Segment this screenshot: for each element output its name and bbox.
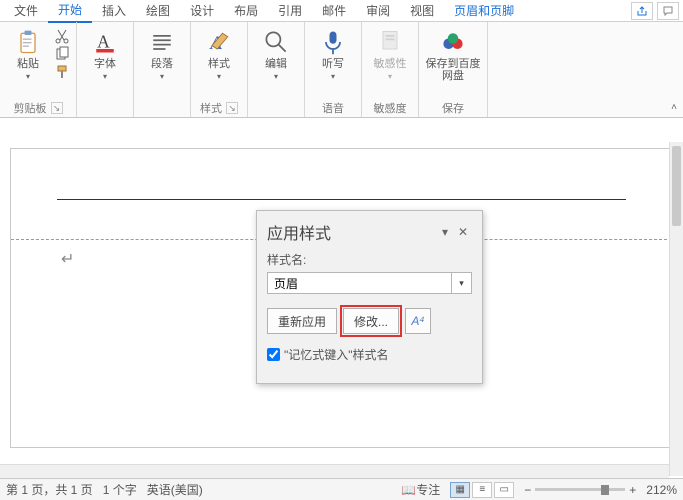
focus-mode-button[interactable]: 📖专注 [401, 481, 440, 498]
clipboard-launcher[interactable]: ↘ [51, 102, 63, 114]
word-count[interactable]: 1 个字 [103, 481, 137, 498]
tab-draw[interactable]: 绘图 [136, 0, 180, 22]
modify-button[interactable]: 修改... [343, 308, 399, 334]
share-button[interactable] [631, 2, 653, 20]
group-clipboard: 粘贴 ▾ 剪贴板 ↘ [0, 22, 77, 117]
tab-file[interactable]: 文件 [4, 0, 48, 22]
group-font: A 字体 ▾ [77, 22, 134, 117]
pane-title: 应用样式 [267, 220, 436, 244]
group-paragraph: 段落 ▾ [134, 22, 191, 117]
clipboard-group-label: 剪贴板 [14, 100, 47, 116]
chevron-down-icon: ▾ [388, 72, 392, 81]
tab-home[interactable]: 开始 [48, 0, 92, 23]
tab-insert[interactable]: 插入 [92, 0, 136, 22]
comments-button[interactable] [657, 2, 679, 20]
view-buttons: ▦ ≡ ▭ [450, 482, 514, 498]
tab-layout[interactable]: 布局 [224, 0, 268, 22]
voice-group-label: 语音 [322, 100, 344, 116]
chevron-down-icon: ▾ [160, 72, 164, 81]
sensitivity-icon [376, 28, 404, 56]
dictate-button[interactable]: 听写 ▾ [311, 26, 355, 81]
horizontal-scrollbar[interactable] [0, 464, 669, 478]
chevron-down-icon: ▾ [26, 72, 30, 81]
tab-design[interactable]: 设计 [180, 0, 224, 22]
tab-review[interactable]: 审阅 [356, 0, 400, 22]
styles-group-label: 样式 [200, 100, 222, 116]
autocomplete-checkbox[interactable] [267, 348, 280, 361]
format-painter-button[interactable] [54, 64, 70, 80]
group-editing: 编辑 ▾ [248, 22, 305, 117]
paste-icon [14, 28, 42, 56]
cut-icon [54, 28, 70, 44]
editing-button[interactable]: 编辑 ▾ [254, 26, 298, 81]
zoom-out-button[interactable]: − [524, 483, 531, 497]
svg-text:A: A [97, 31, 110, 51]
vertical-scrollbar[interactable] [669, 142, 683, 476]
pane-close-button[interactable]: ✕ [454, 225, 472, 239]
page-count[interactable]: 第 1 页，共 1 页 [6, 481, 93, 498]
zoom-thumb[interactable] [601, 485, 609, 495]
group-styles: A 样式 ▾ 样式 ↘ [191, 22, 248, 117]
header-rule [57, 199, 626, 200]
styles-launcher[interactable]: ↘ [226, 102, 238, 114]
sensitivity-group-label: 敏感度 [374, 100, 407, 116]
paragraph-mark: ↵ [61, 249, 74, 269]
ribbon-tabs: 文件 开始 插入 绘图 设计 布局 引用 邮件 审阅 视图 页眉和页脚 [0, 0, 683, 22]
reapply-button[interactable]: 重新应用 [267, 308, 337, 334]
style-name-label: 样式名: [267, 251, 472, 268]
comment-icon [662, 5, 674, 17]
zoom-slider[interactable]: − + [524, 483, 636, 497]
read-view[interactable]: ≡ [472, 482, 492, 498]
paragraph-button[interactable]: 段落 ▾ [140, 26, 184, 81]
paste-button[interactable]: 粘贴 ▾ [6, 26, 50, 81]
style-name-dropdown[interactable]: ▾ [452, 272, 472, 294]
share-icon [636, 5, 648, 17]
group-sensitivity: 敏感性 ▾ 敏感度 [362, 22, 419, 117]
chevron-down-icon: ▾ [103, 72, 107, 81]
font-icon: A [91, 28, 119, 56]
format-painter-icon [54, 64, 70, 80]
chevron-down-icon: ▾ [331, 72, 335, 81]
copy-icon [54, 46, 70, 62]
paragraph-icon [148, 28, 176, 56]
zoom-in-button[interactable]: + [629, 483, 636, 497]
print-layout-view[interactable]: ▦ [450, 482, 470, 498]
group-voice: 听写 ▾ 语音 [305, 22, 362, 117]
tab-references[interactable]: 引用 [268, 0, 312, 22]
cut-button[interactable] [54, 28, 70, 44]
copy-button[interactable] [54, 46, 70, 62]
status-bar: 第 1 页，共 1 页 1 个字 英语(美国) 📖专注 ▦ ≡ ▭ − + 21… [0, 478, 683, 500]
group-save: 保存到百度网盘 保存 [419, 22, 488, 117]
chevron-down-icon: ▾ [217, 72, 221, 81]
apply-styles-pane: 应用样式 ▾ ✕ 样式名: ▾ 重新应用 修改... A⁴ "记忆式键入"样式名 [256, 210, 483, 384]
tab-mailings[interactable]: 邮件 [312, 0, 356, 22]
tab-view[interactable]: 视图 [400, 0, 444, 22]
autocomplete-label: "记忆式键入"样式名 [284, 346, 389, 363]
sensitivity-button[interactable]: 敏感性 ▾ [368, 26, 412, 81]
styles-pane-button[interactable]: A⁴ [405, 308, 431, 334]
chevron-down-icon: ▾ [274, 72, 278, 81]
font-button[interactable]: A 字体 ▾ [83, 26, 127, 81]
scroll-thumb[interactable] [672, 146, 681, 226]
baidu-cloud-icon [439, 28, 467, 56]
microphone-icon [319, 28, 347, 56]
tab-header-footer[interactable]: 页眉和页脚 [444, 0, 524, 22]
search-icon [262, 28, 290, 56]
styles-icon: A [205, 28, 233, 56]
zoom-level[interactable]: 212% [646, 483, 677, 497]
collapse-ribbon-button[interactable]: ˄ [671, 102, 677, 113]
save-group-label: 保存 [442, 100, 464, 116]
pane-options-button[interactable]: ▾ [436, 225, 454, 239]
ribbon: 粘贴 ▾ 剪贴板 ↘ A 字体 ▾ 段落 ▾ [0, 22, 683, 118]
baidu-save-button[interactable]: 保存到百度网盘 [425, 26, 481, 82]
style-name-input[interactable] [267, 272, 452, 294]
language-status[interactable]: 英语(美国) [147, 481, 203, 498]
web-view[interactable]: ▭ [494, 482, 514, 498]
styles-button[interactable]: A 样式 ▾ [197, 26, 241, 81]
